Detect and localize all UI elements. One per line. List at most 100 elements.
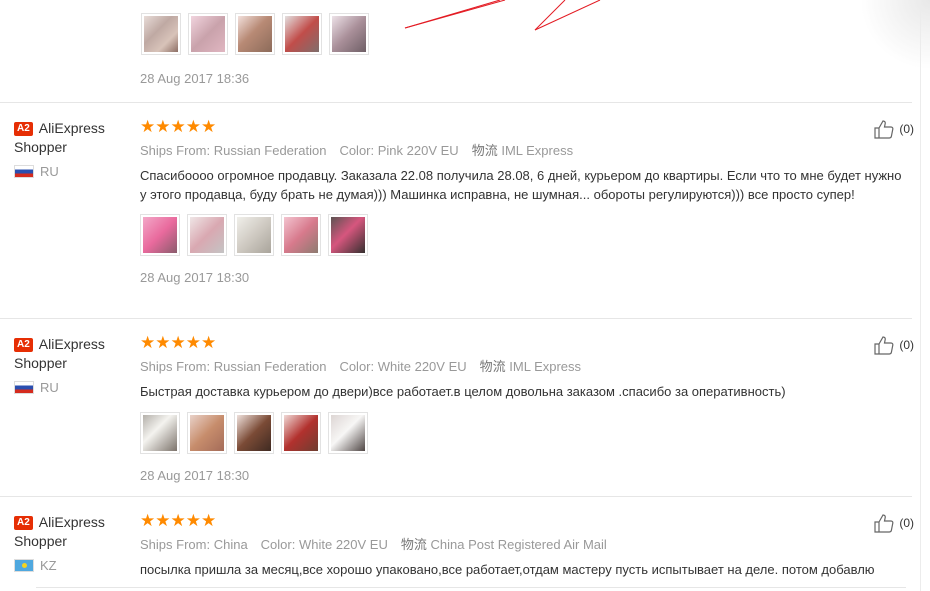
review-photo-thumb[interactable] [281, 214, 321, 256]
review-photo-thumb[interactable] [282, 13, 322, 55]
photo [238, 16, 272, 52]
review-content: ★★★★★ Ships From: China Color: White 220V … [140, 511, 905, 580]
color-label: Color: [339, 143, 375, 158]
review-date: 28 Aug 2017 18:30 [140, 270, 250, 285]
reviewer-name[interactable]: AliExpress [39, 119, 105, 138]
reviewer-country: RU [14, 164, 129, 179]
review-photo-thumb[interactable] [328, 214, 368, 256]
review-content: ★★★★★ Ships From: Russian Federation Color… [140, 333, 905, 483]
review-item: A2 AliExpress Shopper RU ★★★★★ Ships From: Ru… [0, 318, 914, 496]
helpful-button[interactable]: (0) [873, 335, 914, 355]
photo [284, 414, 318, 451]
level-badge: A2 [14, 337, 33, 352]
photo [144, 16, 178, 52]
level-badge: A2 [14, 515, 33, 530]
star-rating: ★★★★★ [140, 117, 217, 136]
photo [331, 414, 365, 451]
review-item: A2 AliExpress Shopper KZ ★★★★★ Ships From: Ch… [0, 496, 914, 591]
reviews-page: 28 Aug 2017 18:36 A2 AliExpress Shopper RU ★… [0, 0, 930, 591]
reviewer-country: KZ [14, 558, 129, 573]
shipping-value: IML Express [509, 359, 582, 374]
review-photo-thumb[interactable] [188, 13, 228, 55]
thumbs-up-icon [874, 120, 894, 139]
review-photo-thumb[interactable] [281, 411, 321, 454]
shipping-label: 物流 [479, 359, 506, 374]
review-photo-thumb[interactable] [140, 411, 180, 454]
reviewer-name-line2[interactable]: Shopper [14, 354, 129, 373]
reviewer-info: A2 AliExpress Shopper KZ [14, 513, 129, 573]
shipping-label: 物流 [400, 537, 427, 552]
photo [143, 217, 177, 253]
reviewer-line: A2 AliExpress [14, 119, 129, 138]
review-text: Спасибоооо огромное продавцу. Заказала 2… [140, 168, 902, 202]
review-photo-thumb[interactable] [329, 13, 369, 55]
ships-from-value: Russian Federation [213, 359, 327, 374]
reviewer-name-line2[interactable]: Shopper [14, 138, 129, 157]
helpful-count: (0) [899, 516, 914, 530]
helpful-button[interactable]: (0) [873, 513, 914, 533]
thumbs-up-icon [874, 514, 894, 533]
review-date: 28 Aug 2017 18:30 [140, 467, 250, 483]
ships-from-label: Ships From: [140, 359, 211, 374]
country-code: RU [40, 164, 59, 179]
color-label: Color: [339, 359, 375, 374]
review-photo-thumb[interactable] [187, 214, 227, 256]
reviewer-line: A2 AliExpress [14, 513, 129, 532]
photo [143, 414, 177, 451]
review-photo-thumb[interactable] [141, 13, 181, 55]
country-code: KZ [40, 558, 57, 573]
red-annotation-lines [404, 0, 601, 31]
color-value: White 220V EU [377, 359, 467, 374]
review-photo-thumb[interactable] [235, 13, 275, 55]
reviewer-name[interactable]: AliExpress [39, 513, 105, 532]
shipping-method: 物流 IML Express [472, 140, 573, 159]
photo [332, 16, 366, 52]
review-text: посылка пришла за месяц,все хорошо упако… [140, 562, 875, 577]
right-divider [920, 0, 921, 591]
top-review-photos [141, 13, 369, 55]
order-info: Ships From: Russian Federation Color: Pin… [140, 140, 905, 159]
photo [331, 217, 365, 253]
reviewer-country: RU [14, 380, 129, 395]
shipping-method: 物流 IML Express [480, 356, 581, 375]
review-photo-thumb[interactable] [328, 411, 368, 454]
shipping-label: 物流 [471, 143, 498, 158]
reviewer-name[interactable]: AliExpress [39, 335, 105, 354]
shipping-value: China Post Registered Air Mail [430, 537, 607, 552]
helpful-count: (0) [899, 122, 914, 136]
ships-from-value: China [213, 537, 248, 552]
order-info: Ships From: China Color: White 220V EU 物流 … [140, 534, 905, 553]
russia-flag-icon [14, 381, 34, 394]
thumbs-up-icon [874, 336, 894, 355]
review-photo-thumb[interactable] [234, 214, 274, 256]
shipping-value: IML Express [501, 143, 574, 158]
reviewer-name-line2[interactable]: Shopper [14, 532, 129, 551]
order-info: Ships From: Russian Federation Color: Whi… [140, 356, 905, 375]
photo [190, 217, 224, 253]
review-text: Быстрая доставка курьером до двери)все р… [140, 384, 786, 399]
russia-flag-icon [14, 165, 34, 178]
color-option: Color: White 220V EU [261, 537, 388, 552]
photo [284, 217, 318, 253]
bottom-divider [36, 587, 906, 588]
photo [190, 414, 224, 451]
review-photo-thumb[interactable] [140, 214, 180, 256]
photo [191, 16, 225, 52]
kazakhstan-flag-icon [14, 559, 34, 572]
review-photo-thumb[interactable] [187, 411, 227, 454]
helpful-count: (0) [899, 338, 914, 352]
photo [285, 16, 319, 52]
level-badge: A2 [14, 121, 33, 136]
ships-from: Ships From: China [140, 537, 248, 552]
color-label: Color: [260, 537, 296, 552]
reviewer-line: A2 AliExpress [14, 335, 129, 354]
review-photo-thumb[interactable] [234, 411, 274, 454]
review-content: ★★★★★ Ships From: Russian Federation Color… [140, 117, 905, 285]
ships-from-value: Russian Federation [213, 143, 327, 158]
country-code: RU [40, 380, 59, 395]
helpful-button[interactable]: (0) [873, 119, 914, 139]
reviewer-info: A2 AliExpress Shopper RU [14, 119, 129, 179]
photo [237, 217, 271, 253]
ships-from-label: Ships From: [140, 537, 211, 552]
ships-from: Ships From: Russian Federation [140, 143, 326, 158]
